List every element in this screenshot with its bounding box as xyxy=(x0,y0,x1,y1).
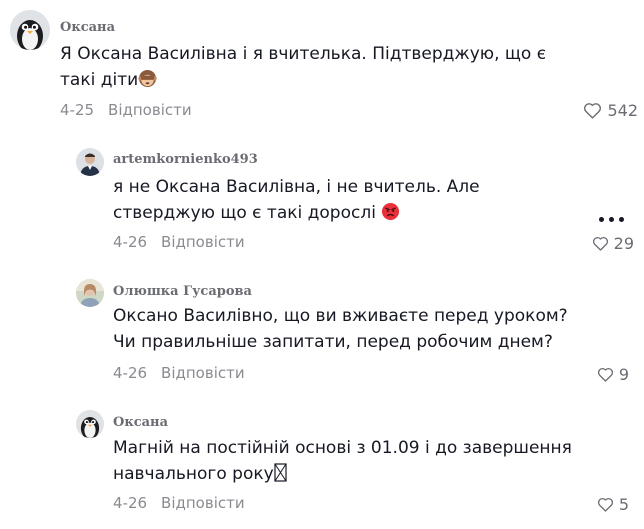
person-avatar-icon xyxy=(76,148,104,176)
comment-date: 4-26 xyxy=(113,233,148,251)
like-button[interactable]: 5 xyxy=(597,495,629,514)
avatar-artemkornienko493[interactable] xyxy=(76,148,104,176)
avatar-oksana[interactable] xyxy=(10,10,50,50)
like-button[interactable]: 9 xyxy=(597,365,629,384)
reply-button[interactable]: Відповісти xyxy=(161,494,245,512)
comment-username[interactable]: Олюшка Гусарова xyxy=(113,284,252,299)
like-button[interactable]: 542 xyxy=(583,101,638,120)
avatar-olushka-husarova[interactable] xyxy=(76,279,104,307)
more-options-button[interactable] xyxy=(599,217,624,222)
heart-outline-icon xyxy=(584,103,602,119)
like-count: 5 xyxy=(618,495,629,514)
heart-outline-icon xyxy=(592,236,608,251)
comment-text-content: Магній на постійній основі з 01.09 і до … xyxy=(113,438,572,484)
penguin-avatar-icon xyxy=(10,10,50,50)
comment-text: Я Оксана Василівна і я вчителька. Підтве… xyxy=(60,41,580,93)
comment-date: 4-26 xyxy=(113,494,148,512)
comment-meta: 4-25 Відповісти xyxy=(60,101,192,119)
avatar-oksana[interactable] xyxy=(76,410,104,438)
like-count: 29 xyxy=(613,234,634,253)
angry-face-icon xyxy=(382,202,400,221)
heart-outline-icon xyxy=(597,497,613,512)
reply-button[interactable]: Відповісти xyxy=(161,233,245,251)
comment-text: Оксано Василівно, що ви вживаєте перед у… xyxy=(113,306,568,352)
missing-glyph-icon xyxy=(274,463,287,482)
comment-text: Магній на постійній основі з 01.09 і до … xyxy=(113,435,593,487)
person-avatar-icon xyxy=(76,279,104,307)
comment-meta: 4-26 Відповісти xyxy=(113,364,245,382)
comment-meta: 4-26 Відповісти xyxy=(113,233,245,251)
heart-outline-icon xyxy=(597,367,613,382)
like-count: 542 xyxy=(607,101,638,120)
comment-text-content: я не Оксана Василівна, і не вчитель. Але… xyxy=(113,177,480,223)
reply-button[interactable]: Відповісти xyxy=(108,101,192,119)
comment-username[interactable]: Оксана xyxy=(60,20,115,35)
comment-text-content: Я Оксана Василівна і я вчителька. Підтве… xyxy=(60,44,547,90)
penguin-avatar-icon xyxy=(76,410,104,438)
comment-text: я не Оксана Василівна, і не вчитель. Але… xyxy=(113,174,493,226)
comment-meta: 4-26 Відповісти xyxy=(113,494,245,512)
comment-date: 4-26 xyxy=(113,364,148,382)
more-dot xyxy=(599,217,604,222)
comment-username[interactable]: artemkornienko493 xyxy=(113,152,258,167)
comment-username[interactable]: Оксана xyxy=(113,415,168,430)
more-dot xyxy=(609,217,614,222)
see-no-evil-monkey-icon xyxy=(138,69,157,88)
more-dot xyxy=(619,217,624,222)
comment-date: 4-25 xyxy=(60,101,95,119)
like-count: 9 xyxy=(618,365,629,384)
reply-button[interactable]: Відповісти xyxy=(161,364,245,382)
like-button[interactable]: 29 xyxy=(592,234,634,253)
